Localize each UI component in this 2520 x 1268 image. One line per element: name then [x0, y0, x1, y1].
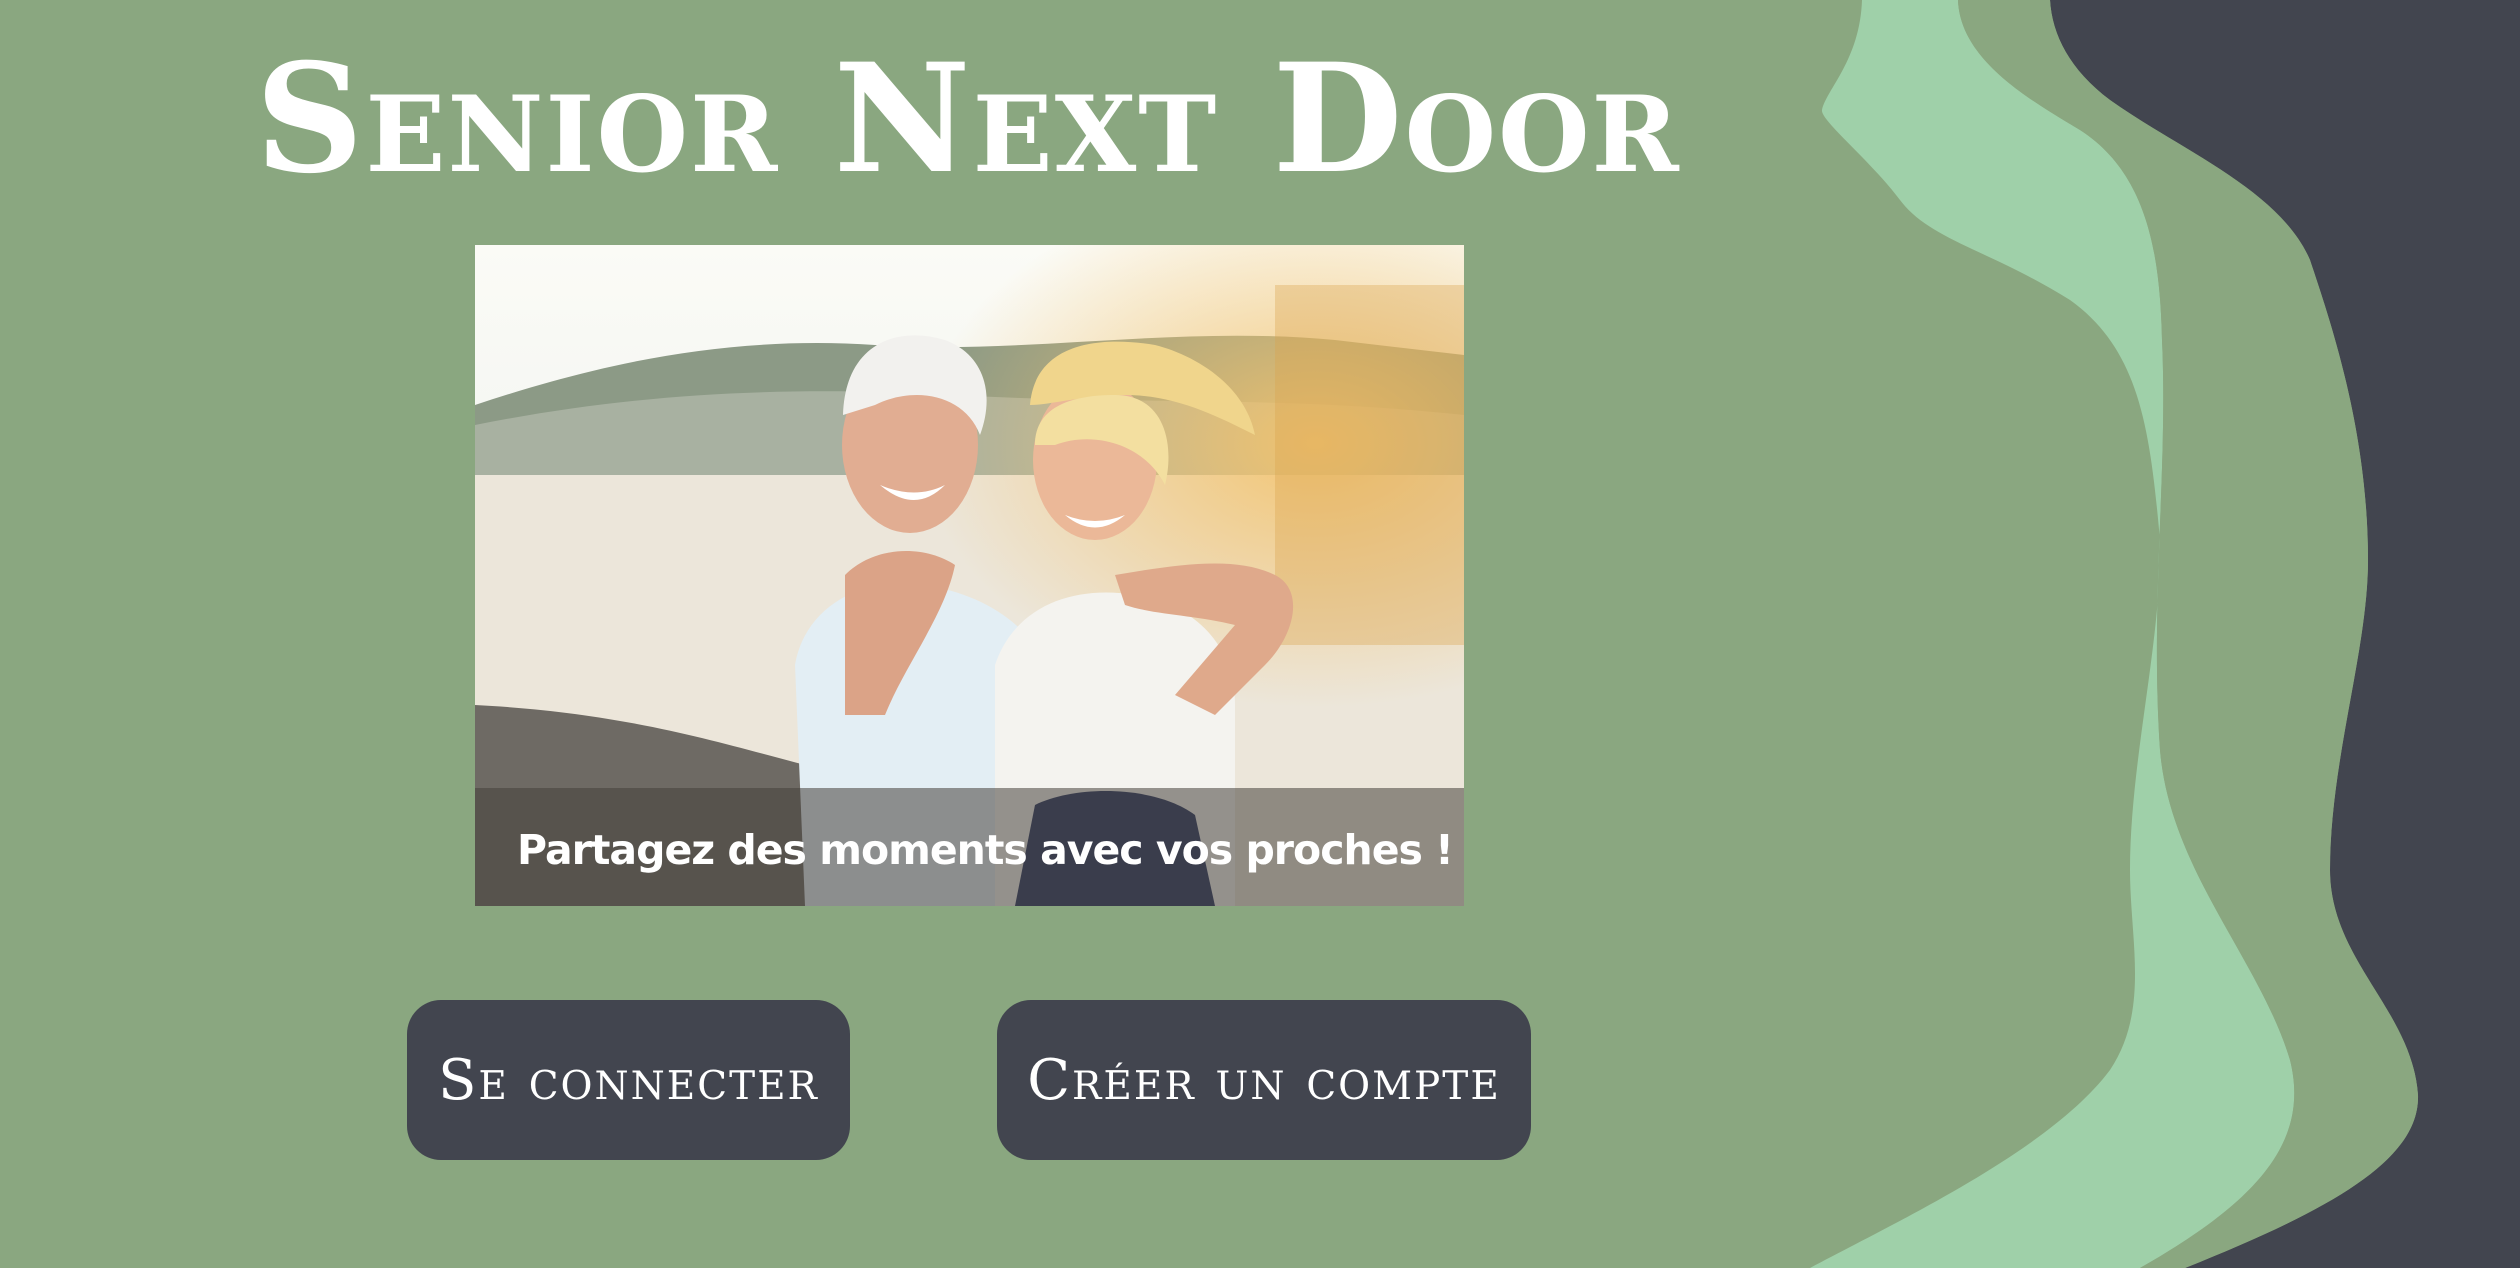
hero-image: Partagez des moments avec vos proches ! [475, 245, 1464, 906]
app-title: Senior Next Door [255, 31, 1681, 207]
hero-caption: Partagez des moments avec vos proches ! [517, 826, 1454, 874]
create-account-button[interactable]: Créer un compte [997, 1000, 1531, 1160]
login-button[interactable]: Se connecter [407, 1000, 850, 1160]
